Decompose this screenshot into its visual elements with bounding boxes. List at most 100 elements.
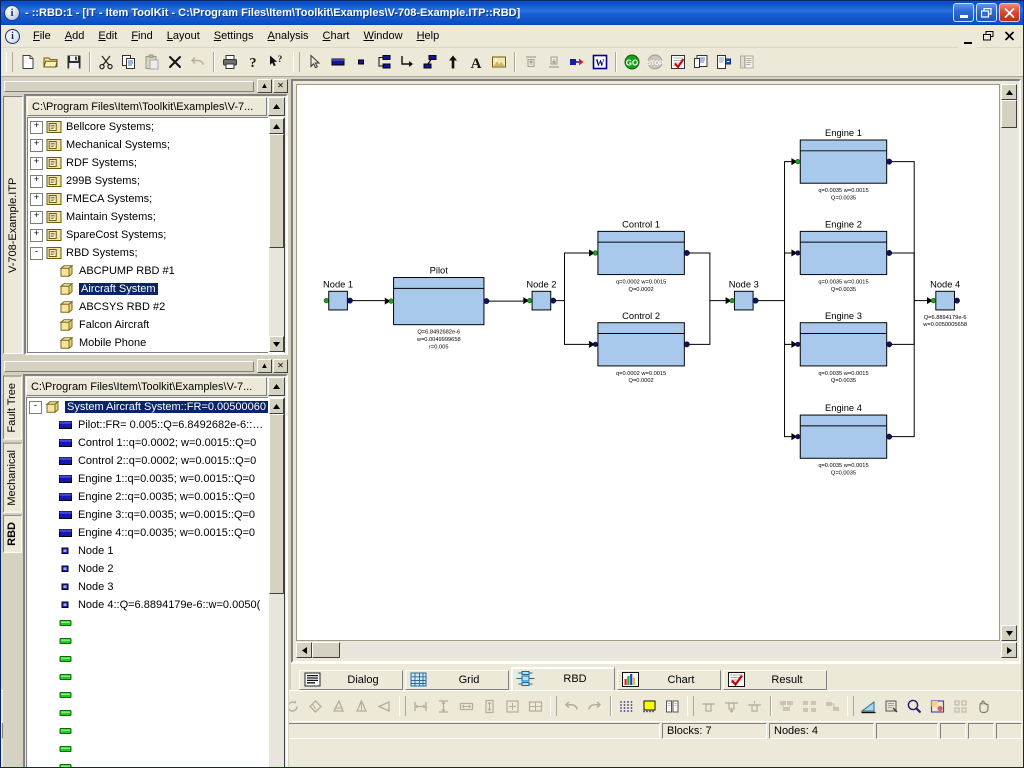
fit-height-icon[interactable] bbox=[478, 695, 501, 717]
tree-item[interactable] bbox=[27, 758, 268, 767]
tree-item[interactable] bbox=[27, 740, 268, 758]
tree-item[interactable]: Node 4::Q=6.8894179e-6::w=0.0050( bbox=[27, 596, 268, 614]
project-panel-grip[interactable] bbox=[4, 80, 254, 92]
center-page-icon[interactable] bbox=[501, 695, 524, 717]
mdi-restore-button[interactable] bbox=[979, 27, 998, 45]
tree-item[interactable]: Aircraft System bbox=[28, 280, 268, 298]
rbd-block[interactable] bbox=[328, 290, 348, 311]
undo-arrow-icon[interactable] bbox=[186, 51, 209, 73]
fit-width-icon[interactable] bbox=[455, 695, 478, 717]
flip-vertical-icon[interactable] bbox=[350, 695, 373, 717]
block-body[interactable] bbox=[393, 277, 485, 326]
tree-item[interactable] bbox=[27, 686, 268, 704]
vtab-v708-example[interactable]: V-708-Example.ITP bbox=[3, 96, 23, 354]
rbd-block[interactable] bbox=[799, 139, 888, 184]
tab-dialog[interactable]: Dialog bbox=[299, 670, 403, 690]
size-height-icon[interactable] bbox=[432, 695, 455, 717]
menu-find[interactable]: Find bbox=[124, 28, 159, 44]
snap-grid-icon[interactable] bbox=[638, 695, 661, 717]
block-body[interactable] bbox=[799, 322, 888, 367]
block-body[interactable] bbox=[799, 139, 888, 184]
block-body[interactable] bbox=[733, 290, 754, 311]
rbd-tree[interactable]: - System Aircraft System::FR=0.00500060 Pi… bbox=[25, 397, 268, 767]
size-width-icon[interactable] bbox=[409, 695, 432, 717]
toolbar-grip[interactable] bbox=[293, 52, 300, 72]
rbd-block[interactable] bbox=[799, 414, 888, 459]
open-folder-icon[interactable] bbox=[39, 51, 62, 73]
report-icon[interactable] bbox=[689, 51, 712, 73]
close-button[interactable] bbox=[999, 3, 1020, 22]
tree-item[interactable]: Engine 4::q=0.0035; w=0.0015::Q=0 bbox=[27, 524, 268, 542]
tree-item[interactable] bbox=[27, 668, 268, 686]
tree-collapse-icon[interactable]: - bbox=[30, 246, 43, 260]
rbd-tree-scroll-up-button[interactable] bbox=[268, 377, 285, 396]
rbd-scroll-thumb[interactable] bbox=[269, 414, 284, 594]
tree-item[interactable]: + Mechanical Systems; bbox=[28, 136, 268, 154]
cut-scissors-icon[interactable] bbox=[94, 51, 117, 73]
validate-check-icon[interactable] bbox=[666, 51, 689, 73]
group-icon[interactable] bbox=[775, 695, 798, 717]
menu-window[interactable]: Window bbox=[356, 28, 409, 44]
rbd-scroll-track[interactable] bbox=[269, 414, 284, 767]
tree-expand-icon[interactable]: + bbox=[30, 156, 43, 170]
properties-icon[interactable] bbox=[880, 695, 903, 717]
copy-icon[interactable] bbox=[117, 51, 140, 73]
canvas-hscroll-thumb[interactable] bbox=[312, 642, 340, 658]
canvas-vscrollbar[interactable] bbox=[1001, 84, 1017, 641]
tab-chart[interactable]: Chart bbox=[617, 670, 721, 690]
layout-toolbar-grip[interactable] bbox=[687, 696, 694, 716]
tree-item[interactable]: + RDF Systems; bbox=[28, 154, 268, 172]
link-blocks-icon[interactable] bbox=[418, 51, 441, 73]
menu-layout[interactable]: Layout bbox=[160, 28, 207, 44]
tree-item[interactable]: ABCPUMP RBD #1 bbox=[28, 262, 268, 280]
connect-blocks-icon[interactable] bbox=[372, 51, 395, 73]
route-arrow-icon[interactable] bbox=[395, 51, 418, 73]
tree-item[interactable]: + FMECA Systems; bbox=[28, 190, 268, 208]
tree-item[interactable] bbox=[27, 650, 268, 668]
tree-item[interactable] bbox=[27, 614, 268, 632]
node-small-icon[interactable] bbox=[349, 51, 372, 73]
tree-item[interactable]: Node 3 bbox=[27, 578, 268, 596]
menu-file[interactable]: File bbox=[26, 28, 58, 44]
tree-item[interactable]: + Bellcore Systems; bbox=[28, 118, 268, 136]
menu-edit[interactable]: Edit bbox=[91, 28, 124, 44]
canvas-scroll-left-icon[interactable] bbox=[296, 642, 312, 658]
tab-rbd[interactable]: RBD bbox=[511, 667, 615, 690]
maximize-restore-button[interactable] bbox=[976, 3, 997, 22]
scroll-up-icon[interactable] bbox=[269, 118, 284, 134]
project-scroll-thumb[interactable] bbox=[269, 134, 284, 248]
ungroup-icon[interactable] bbox=[798, 695, 821, 717]
rbd-block[interactable] bbox=[597, 230, 685, 276]
rbd-block[interactable] bbox=[935, 290, 955, 311]
tree-item[interactable] bbox=[27, 722, 268, 740]
toolbar-grip[interactable] bbox=[6, 52, 13, 72]
rbd-diagram-canvas[interactable]: Node 1 Pilot Q=6.8492682e-6 w=0.0049999658 r… bbox=[296, 84, 1000, 641]
rbd-tree-vscrollbar[interactable] bbox=[268, 397, 285, 767]
tree-expand-icon[interactable]: + bbox=[30, 174, 43, 188]
project-panel-collapse-button[interactable]: ▲ bbox=[257, 79, 272, 93]
insert-below-icon[interactable] bbox=[720, 695, 743, 717]
block-body[interactable] bbox=[597, 322, 685, 367]
help-question-icon[interactable]: ? bbox=[241, 51, 264, 73]
menu-chart[interactable]: Chart bbox=[316, 28, 357, 44]
block-body[interactable] bbox=[935, 290, 955, 311]
ruler-icon[interactable] bbox=[857, 695, 880, 717]
minimize-button[interactable] bbox=[953, 3, 974, 22]
block-rectangle-icon[interactable] bbox=[326, 51, 349, 73]
block-body[interactable] bbox=[597, 230, 685, 276]
scroll-down-icon[interactable] bbox=[269, 336, 284, 352]
grid-dots-icon[interactable] bbox=[615, 695, 638, 717]
menu-settings[interactable]: Settings bbox=[207, 28, 261, 44]
rbd-block[interactable] bbox=[799, 322, 888, 367]
tree-item[interactable]: Control 1::q=0.0002; w=0.0015::Q=0 bbox=[27, 434, 268, 452]
rbd-block[interactable] bbox=[393, 277, 485, 326]
canvas-scroll-up-icon[interactable] bbox=[1001, 84, 1017, 100]
canvas-hscrollbar[interactable] bbox=[296, 642, 1017, 658]
menu-add[interactable]: Add bbox=[58, 28, 92, 44]
undo-icon[interactable] bbox=[560, 695, 583, 717]
canvas-vscroll-thumb[interactable] bbox=[1001, 100, 1017, 128]
report-list-icon[interactable] bbox=[735, 51, 758, 73]
zoom-region-icon[interactable] bbox=[926, 695, 949, 717]
tree-item[interactable]: Node 2 bbox=[27, 560, 268, 578]
tree-expand-icon[interactable]: + bbox=[30, 192, 43, 206]
